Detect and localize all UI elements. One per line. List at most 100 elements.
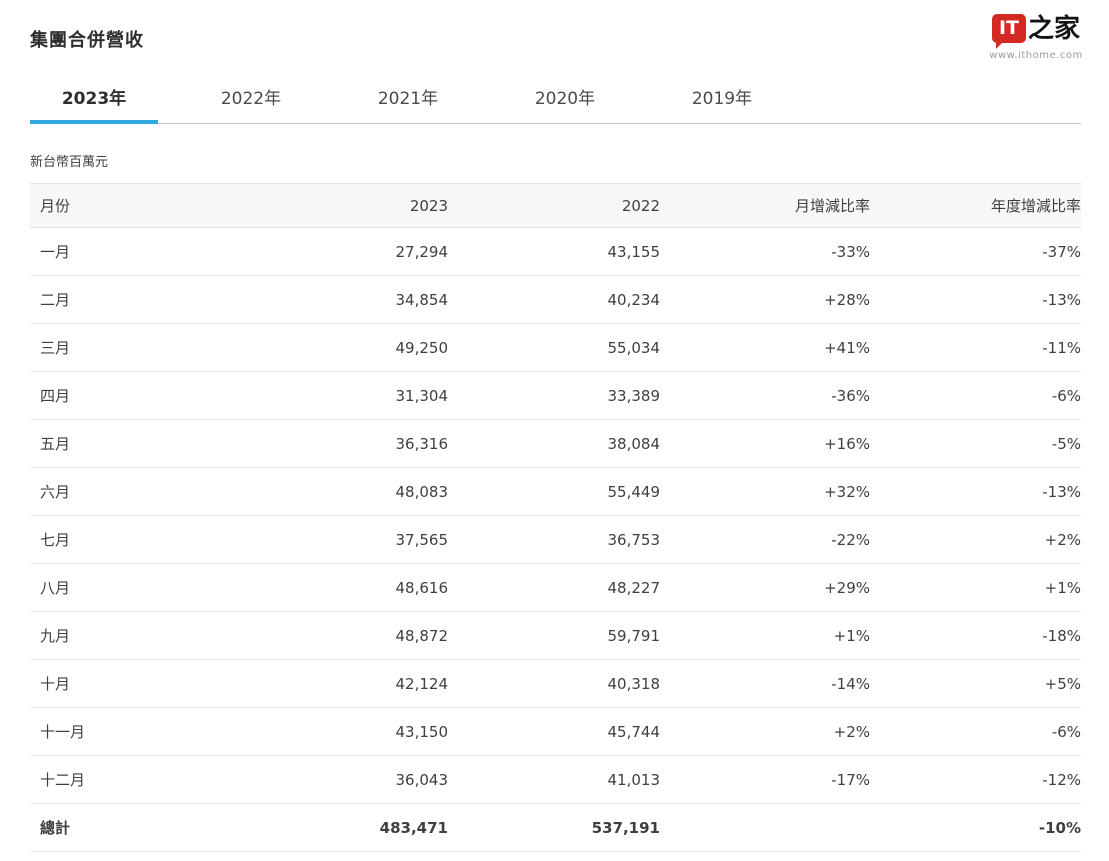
value-2022-cell: 40,318	[448, 660, 660, 708]
table-row: 九月48,87259,791+1%-18%	[30, 612, 1081, 660]
table-row: 六月48,08355,449+32%-13%	[30, 468, 1081, 516]
yoy-change-cell: -12%	[870, 756, 1081, 804]
month-cell: 四月	[30, 372, 218, 420]
month-cell: 八月	[30, 564, 218, 612]
table-row: 二月34,85440,234+28%-13%	[30, 276, 1081, 324]
mom-change-cell: +29%	[660, 564, 870, 612]
table-row: 七月37,56536,753-22%+2%	[30, 516, 1081, 564]
value-2022-cell: 45,744	[448, 708, 660, 756]
yoy-change-cell: -18%	[870, 612, 1081, 660]
value-2023-cell: 48,872	[218, 612, 448, 660]
month-cell: 一月	[30, 228, 218, 276]
value-2022-cell: 40,234	[448, 276, 660, 324]
value-2023-cell: 37,565	[218, 516, 448, 564]
value-2022-cell: 55,034	[448, 324, 660, 372]
ithome-logo: IT 之家 www.ithome.com	[981, 14, 1091, 61]
table-row: 五月36,31638,084+16%-5%	[30, 420, 1081, 468]
value-2022-cell: 33,389	[448, 372, 660, 420]
mom-change-cell: -22%	[660, 516, 870, 564]
mom-change-cell	[660, 804, 870, 852]
table-row: 三月49,25055,034+41%-11%	[30, 324, 1081, 372]
yoy-change-cell: -6%	[870, 372, 1081, 420]
mom-change-cell: +2%	[660, 708, 870, 756]
ithome-url: www.ithome.com	[989, 50, 1082, 61]
value-2022-cell: 36,753	[448, 516, 660, 564]
column-header-month: 月份	[30, 184, 218, 228]
month-cell: 總計	[30, 804, 218, 852]
value-2023-cell: 36,043	[218, 756, 448, 804]
month-cell: 二月	[30, 276, 218, 324]
mom-change-cell: +1%	[660, 612, 870, 660]
value-2022-cell: 48,227	[448, 564, 660, 612]
mom-change-cell: +16%	[660, 420, 870, 468]
yoy-change-cell: -10%	[870, 804, 1081, 852]
mom-change-cell: -36%	[660, 372, 870, 420]
column-header-2023: 2023	[218, 184, 448, 228]
yoy-change-cell: -13%	[870, 468, 1081, 516]
value-2022-cell: 55,449	[448, 468, 660, 516]
table-row: 十月42,12440,318-14%+5%	[30, 660, 1081, 708]
value-2023-cell: 48,083	[218, 468, 448, 516]
mom-change-cell: +32%	[660, 468, 870, 516]
yoy-change-cell: +5%	[870, 660, 1081, 708]
value-2022-cell: 537,191	[448, 804, 660, 852]
tab-2023[interactable]: 2023年	[30, 78, 158, 124]
month-cell: 十二月	[30, 756, 218, 804]
currency-unit-note: 新台幣百萬元	[30, 151, 1081, 170]
column-header-2022: 2022	[448, 184, 660, 228]
yoy-change-cell: +2%	[870, 516, 1081, 564]
value-2022-cell: 41,013	[448, 756, 660, 804]
value-2023-cell: 43,150	[218, 708, 448, 756]
page: 集團合併營收 IT 之家 www.ithome.com 2023年 2022年 …	[0, 0, 1109, 852]
yoy-change-cell: -6%	[870, 708, 1081, 756]
mom-change-cell: +28%	[660, 276, 870, 324]
month-cell: 十月	[30, 660, 218, 708]
value-2022-cell: 59,791	[448, 612, 660, 660]
yoy-change-cell: +1%	[870, 564, 1081, 612]
value-2023-cell: 483,471	[218, 804, 448, 852]
value-2022-cell: 38,084	[448, 420, 660, 468]
table-row: 十一月43,15045,744+2%-6%	[30, 708, 1081, 756]
yoy-change-cell: -11%	[870, 324, 1081, 372]
revenue-table-head: 月份 2023 2022 月增減比率 年度增減比率	[30, 184, 1081, 228]
value-2023-cell: 42,124	[218, 660, 448, 708]
page-header: 集團合併營收 IT 之家 www.ithome.com	[30, 0, 1081, 52]
value-2023-cell: 27,294	[218, 228, 448, 276]
mom-change-cell: -14%	[660, 660, 870, 708]
value-2022-cell: 43,155	[448, 228, 660, 276]
ithome-it-icon: IT	[992, 14, 1026, 43]
column-header-mom-change: 月增減比率	[660, 184, 870, 228]
revenue-table: 月份 2023 2022 月增減比率 年度增減比率 一月27,29443,155…	[30, 183, 1081, 852]
month-cell: 十一月	[30, 708, 218, 756]
table-row: 十二月36,04341,013-17%-12%	[30, 756, 1081, 804]
header-row: 月份 2023 2022 月增減比率 年度增減比率	[30, 184, 1081, 228]
table-row: 八月48,61648,227+29%+1%	[30, 564, 1081, 612]
tab-2019[interactable]: 2019年	[658, 78, 786, 124]
value-2023-cell: 49,250	[218, 324, 448, 372]
mom-change-cell: +41%	[660, 324, 870, 372]
mom-change-cell: -17%	[660, 756, 870, 804]
month-cell: 五月	[30, 420, 218, 468]
ithome-home-text: 之家	[1028, 16, 1080, 42]
month-cell: 七月	[30, 516, 218, 564]
table-row: 一月27,29443,155-33%-37%	[30, 228, 1081, 276]
value-2023-cell: 34,854	[218, 276, 448, 324]
yoy-change-cell: -37%	[870, 228, 1081, 276]
month-cell: 九月	[30, 612, 218, 660]
month-cell: 三月	[30, 324, 218, 372]
month-cell: 六月	[30, 468, 218, 516]
tab-2020[interactable]: 2020年	[501, 78, 629, 124]
total-row: 總計483,471537,191 -10%	[30, 804, 1081, 852]
tab-2022[interactable]: 2022年	[187, 78, 315, 124]
value-2023-cell: 36,316	[218, 420, 448, 468]
year-tabs: 2023年 2022年 2021年 2020年 2019年	[30, 78, 1081, 124]
value-2023-cell: 48,616	[218, 564, 448, 612]
page-title: 集團合併營收	[30, 26, 1081, 52]
value-2023-cell: 31,304	[218, 372, 448, 420]
ithome-logo-mark: IT 之家	[992, 14, 1080, 43]
tab-2021[interactable]: 2021年	[344, 78, 472, 124]
column-header-yoy-change: 年度增減比率	[870, 184, 1081, 228]
table-row: 四月31,30433,389-36%-6%	[30, 372, 1081, 420]
yoy-change-cell: -13%	[870, 276, 1081, 324]
yoy-change-cell: -5%	[870, 420, 1081, 468]
